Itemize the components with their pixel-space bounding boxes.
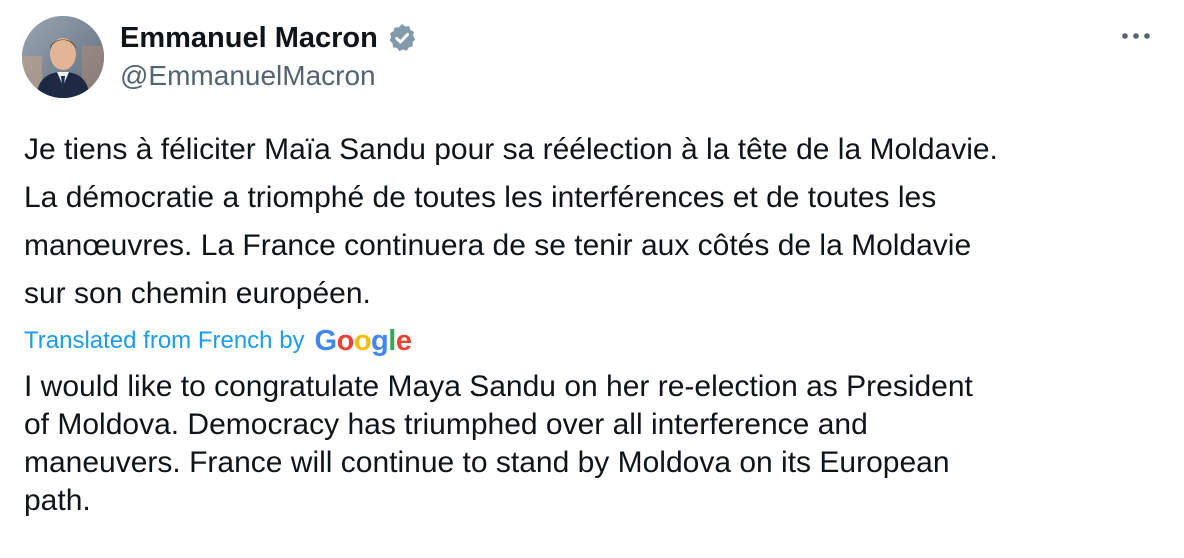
translated-line: of Moldova. Democracy has triumphed over… bbox=[24, 408, 868, 441]
original-line: sur son chemin européen. bbox=[24, 277, 371, 310]
original-line: Je tiens à féliciter Maïa Sandu pour sa … bbox=[24, 133, 998, 166]
google-letter: G bbox=[314, 324, 338, 357]
translated-line: path. bbox=[24, 484, 91, 517]
google-letter: g bbox=[371, 324, 389, 357]
original-line: manœuvres. La France continuera de se te… bbox=[24, 229, 972, 262]
translated-line: maneuvers. France will continue to stand… bbox=[24, 446, 950, 479]
author-name-row: Emmanuel Macron bbox=[120, 18, 418, 58]
google-letter: o bbox=[353, 324, 372, 357]
translated-from-link[interactable]: Translated from French by Google bbox=[24, 324, 412, 358]
tweet-original-text: Je tiens à féliciter Maïa Sandu pour sa … bbox=[24, 126, 1164, 318]
verified-badge-icon[interactable] bbox=[386, 22, 418, 54]
google-letter: e bbox=[395, 324, 412, 357]
google-letter: o bbox=[336, 324, 355, 357]
author-display-name[interactable]: Emmanuel Macron bbox=[120, 22, 378, 55]
avatar-photo bbox=[22, 16, 104, 98]
author-avatar[interactable] bbox=[22, 16, 104, 98]
google-letter: l bbox=[388, 324, 396, 357]
original-line: La démocratie a triomphé de toutes les i… bbox=[24, 181, 937, 214]
author-handle[interactable]: @EmmanuelMacron bbox=[120, 60, 376, 92]
google-logo: Google bbox=[315, 325, 412, 358]
tweet: Emmanuel Macron @EmmanuelMacron Je tiens… bbox=[0, 0, 1184, 558]
translated-line: I would like to congratulate Maya Sandu … bbox=[24, 370, 973, 403]
tweet-translated-text: I would like to congratulate Maya Sandu … bbox=[24, 368, 1164, 520]
more-options-icon[interactable] bbox=[1114, 18, 1158, 54]
translation-note: Translated from French by bbox=[24, 327, 305, 354]
